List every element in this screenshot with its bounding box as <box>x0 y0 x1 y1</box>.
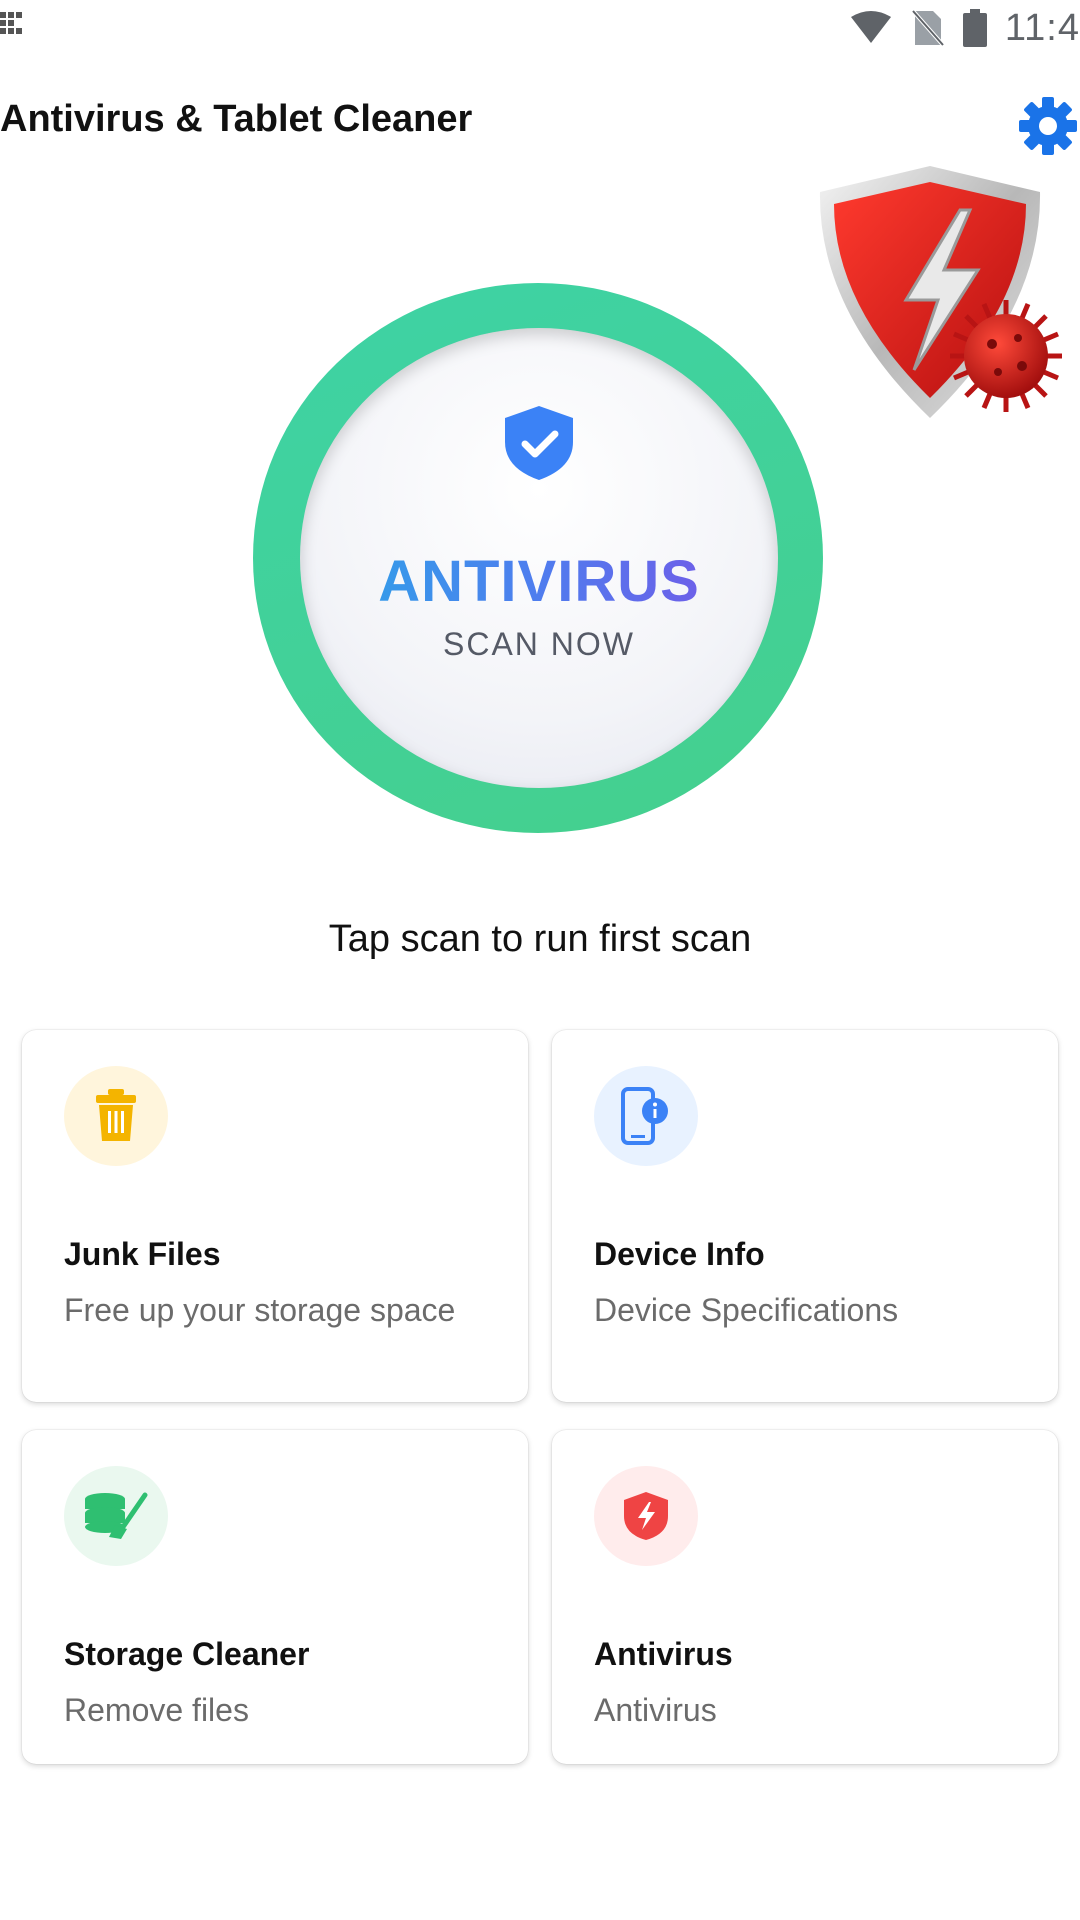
settings-gear-icon[interactable] <box>1018 96 1078 156</box>
card-antivirus[interactable]: Antivirus Antivirus <box>552 1430 1058 1764</box>
card-subtitle: Antivirus <box>594 1692 717 1728</box>
card-icon-bg <box>594 1466 698 1566</box>
shield-bolt-icon <box>624 1492 668 1540</box>
card-title: Storage Cleaner <box>64 1636 310 1672</box>
card-storage-cleaner[interactable]: Storage Cleaner Remove files <box>22 1430 528 1764</box>
scan-title: ANTIVIRUS <box>300 548 778 615</box>
phone-info-icon <box>621 1087 668 1145</box>
scan-hint: Tap scan to run first scan <box>328 918 752 960</box>
card-device-info[interactable]: Device Info Device Specifications <box>552 1030 1058 1402</box>
scan-subtitle: SCAN NOW <box>443 626 635 662</box>
shield-check-icon <box>505 406 573 480</box>
shield-virus-art <box>819 166 1062 418</box>
wifi-icon <box>850 11 891 43</box>
card-title: Antivirus <box>594 1636 733 1672</box>
card-subtitle: Device Specifications <box>594 1292 899 1328</box>
card-icon-bg <box>64 1466 168 1566</box>
card-subtitle: Remove files <box>64 1692 249 1728</box>
card-junk-files[interactable]: Junk Files Free up your storage space <box>22 1030 528 1402</box>
status-bar: 11:4 <box>0 0 1080 56</box>
no-sim-icon <box>911 9 945 47</box>
storage-clean-icon <box>85 1492 148 1539</box>
app-title: Antivirus & Tablet Cleaner <box>0 98 473 140</box>
trash-icon <box>96 1089 136 1141</box>
battery-icon <box>962 9 987 47</box>
card-icon-bg <box>64 1066 168 1166</box>
card-subtitle: Free up your storage space <box>64 1292 456 1328</box>
card-title: Device Info <box>594 1236 765 1272</box>
card-title: Junk Files <box>64 1236 221 1272</box>
status-time: 11:4 <box>1004 6 1080 49</box>
card-icon-bg <box>594 1066 698 1166</box>
notification-icon <box>0 12 22 34</box>
